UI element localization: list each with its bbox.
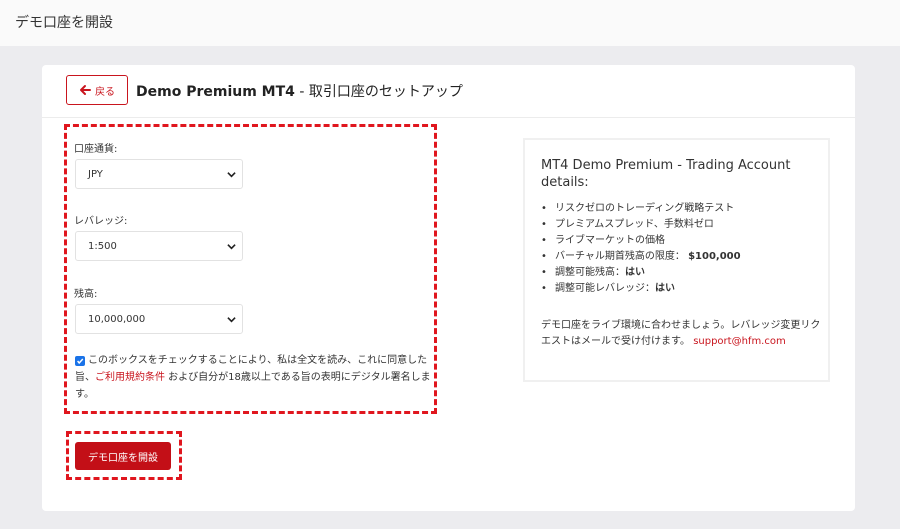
bullet-icon: • xyxy=(541,203,547,214)
details-list: • リスクゼロのトレーディング戦略テスト • プレミアムスプレッド、手数料ゼロ • ラ… xyxy=(541,201,741,297)
list-item: • 調整可能残高：はい xyxy=(541,265,741,281)
leverage-value: 1:500 xyxy=(88,240,117,252)
back-button[interactable]: 戻る xyxy=(66,75,128,105)
chevron-down-icon xyxy=(227,317,236,323)
setup-title: Demo Premium MT4 - 取引口座のセットアップ xyxy=(136,81,463,101)
bullet-icon: • xyxy=(541,267,547,278)
list-item-text: リスクゼロのトレーディング戦略テスト xyxy=(555,203,735,214)
balance-value: 10,000,000 xyxy=(88,313,146,325)
list-item: • 調整可能レバレッジ：はい xyxy=(541,281,741,297)
account-details-panel: MT4 Demo Premium - Trading Account detai… xyxy=(523,138,830,382)
list-item-value: $100,000 xyxy=(688,251,741,262)
list-item: • プレミアムスプレッド、手数料ゼロ xyxy=(541,217,741,233)
bullet-icon: • xyxy=(541,235,547,246)
support-email-link[interactable]: support@hfm.com xyxy=(693,336,786,347)
list-item-value: はい xyxy=(655,283,675,294)
chevron-down-icon xyxy=(227,244,236,250)
card-header: 戻る Demo Premium MT4 - 取引口座のセットアップ xyxy=(42,65,855,118)
leverage-label: レバレッジ: xyxy=(74,216,128,227)
page-title: デモ口座を開設 xyxy=(15,15,113,31)
setup-subtitle: - 取引口座のセットアップ xyxy=(294,84,463,100)
top-bar: デモ口座を開設 xyxy=(0,0,900,46)
list-item-text: プレミアムスプレッド、手数料ゼロ xyxy=(555,219,714,230)
bullet-icon: • xyxy=(541,251,547,262)
list-item-text: バーチャル期首残高の限度： xyxy=(555,251,685,262)
list-item: • バーチャル期首残高の限度： $100,000 xyxy=(541,249,741,265)
back-button-label: 戻る xyxy=(95,86,115,98)
list-item: • ライブマーケットの価格 xyxy=(541,233,741,249)
list-item-value: はい xyxy=(625,267,645,278)
details-note: デモ口座をライブ環境に合わせましょう。レバレッジ変更リクエストはメールで受け付け… xyxy=(541,318,826,350)
list-item: • リスクゼロのトレーディング戦略テスト xyxy=(541,201,741,217)
details-title: MT4 Demo Premium - Trading Account detai… xyxy=(541,158,791,190)
arrow-left-icon xyxy=(80,85,91,95)
list-item-text: 調整可能残高： xyxy=(555,267,625,278)
bullet-icon: • xyxy=(541,283,547,294)
currency-value: JPY xyxy=(88,168,103,180)
account-type-name: Demo Premium MT4 xyxy=(136,84,295,100)
bullet-icon: • xyxy=(541,219,547,230)
chevron-down-icon xyxy=(227,172,236,178)
terms-link[interactable]: ご利用規約条件 xyxy=(95,372,165,383)
setup-card: 戻る Demo Premium MT4 - 取引口座のセットアップ 口座通貨: … xyxy=(42,65,855,511)
leverage-select[interactable]: 1:500 xyxy=(75,231,243,261)
open-demo-account-button[interactable]: デモ口座を開設 xyxy=(75,442,171,470)
balance-select[interactable]: 10,000,000 xyxy=(75,304,243,334)
balance-label: 残高: xyxy=(74,289,98,300)
list-item-text: ライブマーケットの価格 xyxy=(555,235,665,246)
currency-select[interactable]: JPY xyxy=(75,159,243,189)
consent-text: このボックスをチェックすることにより、私は全文を読み、これに同意した旨、ご利用規… xyxy=(75,352,435,403)
list-item-text: 調整可能レバレッジ： xyxy=(555,283,655,294)
currency-label: 口座通貨: xyxy=(74,144,118,155)
